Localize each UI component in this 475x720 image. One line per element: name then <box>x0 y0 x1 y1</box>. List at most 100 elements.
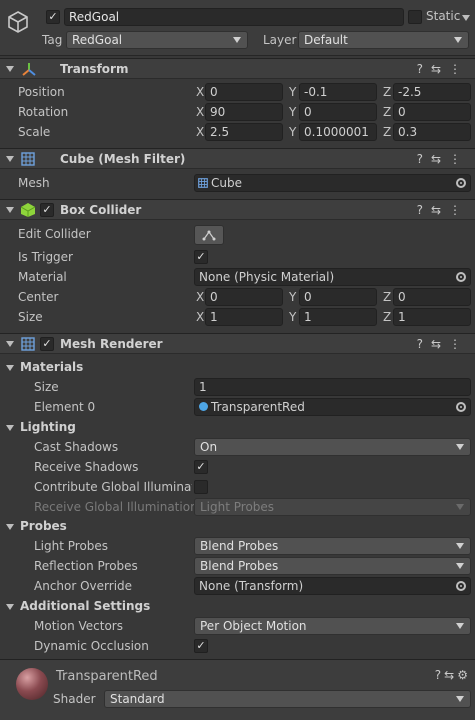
rotation-y-field[interactable]: 0 <box>299 103 377 121</box>
axis-x-label[interactable]: X <box>196 105 204 119</box>
material-sphere-icon <box>199 402 208 411</box>
position-z-field[interactable]: -2.5 <box>393 83 471 101</box>
edit-collider-button[interactable] <box>194 225 224 245</box>
static-dropdown-arrow[interactable] <box>462 15 470 21</box>
menu-icon[interactable]: ⋮ <box>449 203 469 217</box>
axis-z-label[interactable]: Z <box>383 105 391 119</box>
rotation-z-field[interactable]: 0 <box>393 103 471 121</box>
foldout-arrow[interactable] <box>6 66 14 72</box>
axis-y-label[interactable]: Y <box>289 85 296 99</box>
mesh-filter-header-icons[interactable]: ?⇆⋮ <box>417 152 469 166</box>
foldout-arrow[interactable] <box>6 341 14 347</box>
shader-dropdown[interactable]: Standard <box>104 690 471 708</box>
axis-y-label[interactable]: Y <box>289 125 296 139</box>
presets-icon[interactable]: ⇆ <box>431 62 449 76</box>
foldout-arrow[interactable] <box>6 604 14 610</box>
settings-icon[interactable]: ⚙ <box>457 668 471 682</box>
reflection-probes-label: Reflection Probes <box>34 559 138 573</box>
element0-object-field[interactable]: TransparentRed <box>194 398 471 416</box>
scale-x-field[interactable]: 2.5 <box>205 123 283 141</box>
material-object-field[interactable]: None (Physic Material) <box>194 268 471 286</box>
axis-x-label[interactable]: X <box>196 310 204 324</box>
foldout-arrow[interactable] <box>6 207 14 213</box>
axis-y-label[interactable]: Y <box>289 310 296 324</box>
axis-x-label[interactable]: X <box>196 125 204 139</box>
transform-header-icons[interactable]: ?⇆⋮ <box>417 62 469 76</box>
help-icon[interactable]: ? <box>417 62 431 76</box>
foldout-arrow[interactable] <box>6 524 14 530</box>
light-probes-dropdown[interactable]: Blend Probes <box>194 537 471 555</box>
edit-bounds-icon <box>202 230 216 241</box>
layer-label: Layer <box>263 33 297 47</box>
axis-y-label[interactable]: Y <box>289 290 296 304</box>
size-y-field[interactable]: 1 <box>299 308 377 326</box>
mesh-object-field[interactable]: Cube <box>194 174 471 192</box>
scale-z-field[interactable]: 0.3 <box>393 123 471 141</box>
materials-foldout[interactable]: Materials <box>20 360 83 374</box>
is-trigger-checkbox[interactable]: ✓ <box>194 250 208 264</box>
size-x-field[interactable]: 1 <box>205 308 283 326</box>
tag-dropdown[interactable]: RedGoal <box>66 31 248 49</box>
help-icon[interactable]: ? <box>417 203 431 217</box>
material-header-icons[interactable]: ?⇆⚙ <box>435 668 471 682</box>
enabled-checkbox[interactable]: ✓ <box>40 337 54 351</box>
axis-y-label[interactable]: Y <box>289 105 296 119</box>
reflection-probes-dropdown[interactable]: Blend Probes <box>194 557 471 575</box>
position-y-field[interactable]: -0.1 <box>299 83 377 101</box>
axis-z-label[interactable]: Z <box>383 85 391 99</box>
tag-label: Tag <box>42 33 63 47</box>
motion-vectors-dropdown[interactable]: Per Object Motion <box>194 617 471 635</box>
axis-z-label[interactable]: Z <box>383 125 391 139</box>
help-icon[interactable]: ? <box>435 668 444 682</box>
presets-icon[interactable]: ⇆ <box>431 203 449 217</box>
menu-icon[interactable]: ⋮ <box>449 337 469 351</box>
presets-icon[interactable]: ⇆ <box>431 337 449 351</box>
box-collider-header[interactable]: ✓ Box Collider ?⇆⋮ <box>0 199 475 220</box>
axis-x-label[interactable]: X <box>196 290 204 304</box>
object-picker-icon[interactable] <box>456 581 466 591</box>
cast-shadows-dropdown[interactable]: On <box>194 438 471 456</box>
foldout-arrow[interactable] <box>6 365 14 371</box>
center-x-field[interactable]: 0 <box>205 288 283 306</box>
presets-icon[interactable]: ⇆ <box>431 152 449 166</box>
transform-header[interactable]: Transform ?⇆⋮ <box>0 58 475 79</box>
menu-icon[interactable]: ⋮ <box>449 62 469 76</box>
materials-size-field[interactable]: 1 <box>194 378 471 396</box>
anchor-override-object-field[interactable]: None (Transform) <box>194 577 471 595</box>
active-checkbox[interactable]: ✓ <box>46 10 60 24</box>
center-z-field[interactable]: 0 <box>393 288 471 306</box>
mesh-renderer-header-icons[interactable]: ?⇆⋮ <box>417 337 469 351</box>
layer-dropdown[interactable]: Default <box>298 31 469 49</box>
object-picker-icon[interactable] <box>456 402 466 412</box>
help-icon[interactable]: ? <box>417 337 431 351</box>
object-picker-icon[interactable] <box>456 272 466 282</box>
dynamic-occlusion-checkbox[interactable]: ✓ <box>194 639 208 653</box>
presets-icon[interactable]: ⇆ <box>444 668 457 682</box>
object-name-field[interactable]: RedGoal <box>64 8 404 26</box>
rotation-x-field[interactable]: 90 <box>205 103 283 121</box>
material-preview-sphere[interactable] <box>16 668 48 700</box>
receive-gi-dropdown: Light Probes <box>194 498 471 516</box>
mesh-filter-header[interactable]: Cube (Mesh Filter) ?⇆⋮ <box>0 148 475 169</box>
enabled-checkbox[interactable]: ✓ <box>40 203 54 217</box>
lighting-foldout[interactable]: Lighting <box>20 420 76 434</box>
probes-foldout[interactable]: Probes <box>20 519 67 533</box>
position-x-field[interactable]: 0 <box>205 83 283 101</box>
axis-x-label[interactable]: X <box>196 85 204 99</box>
axis-z-label[interactable]: Z <box>383 310 391 324</box>
receive-shadows-checkbox[interactable]: ✓ <box>194 460 208 474</box>
foldout-arrow[interactable] <box>6 156 14 162</box>
contribute-gi-checkbox[interactable] <box>194 480 208 494</box>
static-checkbox[interactable] <box>408 10 422 24</box>
size-z-field[interactable]: 1 <box>393 308 471 326</box>
mesh-renderer-header[interactable]: ✓ Mesh Renderer ?⇆⋮ <box>0 333 475 354</box>
axis-z-label[interactable]: Z <box>383 290 391 304</box>
object-picker-icon[interactable] <box>456 178 466 188</box>
foldout-arrow[interactable] <box>6 425 14 431</box>
additional-settings-foldout[interactable]: Additional Settings <box>20 599 150 613</box>
center-y-field[interactable]: 0 <box>299 288 377 306</box>
menu-icon[interactable]: ⋮ <box>449 152 469 166</box>
help-icon[interactable]: ? <box>417 152 431 166</box>
scale-y-field[interactable]: 0.1000001 <box>299 123 377 141</box>
box-collider-header-icons[interactable]: ?⇆⋮ <box>417 203 469 217</box>
